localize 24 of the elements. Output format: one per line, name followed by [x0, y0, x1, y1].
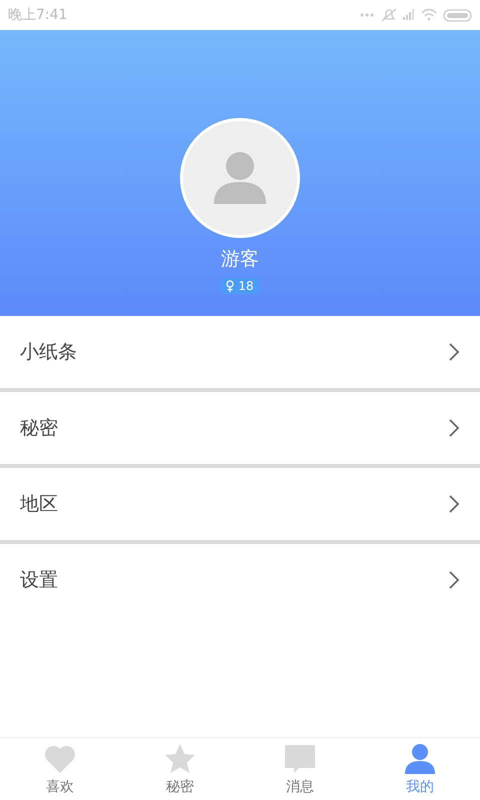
- signal-icon: [403, 9, 415, 21]
- chevron-right-icon: [448, 570, 460, 590]
- nav-tab[interactable]: 秘密: [120, 738, 240, 800]
- chat-icon: [283, 742, 317, 774]
- female-icon: [226, 280, 234, 292]
- menu-item[interactable]: 设置: [0, 544, 480, 616]
- nav-tab[interactable]: 消息: [240, 738, 360, 800]
- person-icon: [212, 150, 268, 206]
- muted-bell-icon: [381, 8, 397, 22]
- menu-item[interactable]: 地区: [0, 468, 480, 544]
- chevron-right-icon: [448, 418, 460, 438]
- age-text: 18: [238, 279, 254, 293]
- user-name: 游客: [221, 247, 259, 272]
- menu-item[interactable]: 小纸条: [0, 316, 480, 392]
- nav-tab[interactable]: 喜欢: [0, 738, 120, 800]
- status-time: 晚上7:41: [8, 6, 68, 24]
- wifi-icon: [421, 9, 437, 21]
- more-icon: [360, 13, 375, 17]
- person-icon: [403, 742, 437, 774]
- battery-icon: [443, 8, 472, 22]
- star-icon: [163, 742, 197, 774]
- chevron-right-icon: [448, 494, 460, 514]
- menu-item[interactable]: 秘密: [0, 392, 480, 468]
- chevron-right-icon: [448, 342, 460, 362]
